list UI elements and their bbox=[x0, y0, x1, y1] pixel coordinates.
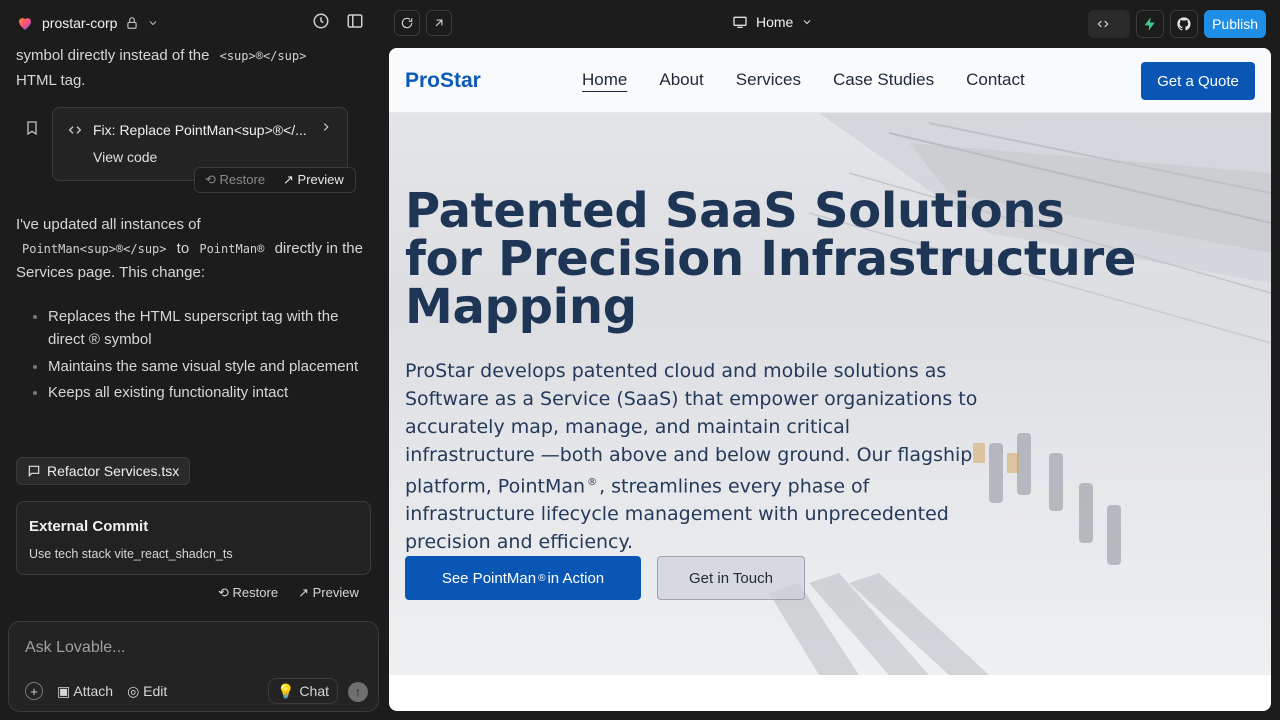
supabase-button[interactable] bbox=[1136, 10, 1165, 38]
site-nav-links: Home About Services Case Studies Contact bbox=[582, 70, 1025, 90]
site-logo[interactable]: ProStar bbox=[405, 69, 481, 93]
preview-button[interactable]: ↗ Preview bbox=[298, 585, 359, 601]
code-icon bbox=[1097, 20, 1109, 28]
hero-section: Patented SaaS Solutions for Precision In… bbox=[389, 113, 1271, 675]
edit-button[interactable]: ◎ Edit bbox=[127, 683, 167, 700]
project-selector[interactable]: prostar-corp bbox=[16, 14, 159, 32]
commit-title: External Commit bbox=[29, 518, 149, 535]
site-preview: ProStar Home About Services Case Studies… bbox=[389, 48, 1271, 711]
monitor-icon bbox=[733, 16, 747, 28]
message-square-icon bbox=[28, 465, 40, 478]
sidebar-toggle-icon[interactable] bbox=[346, 12, 364, 30]
restore-icon: ⟲ bbox=[218, 585, 229, 600]
registered-mark: ® bbox=[538, 572, 546, 584]
preview-button[interactable]: ↗ Preview bbox=[273, 172, 344, 188]
assistant-message: symbol directly instead of the <sup>®</s… bbox=[16, 48, 372, 92]
refresh-button[interactable] bbox=[394, 10, 420, 36]
chevron-right-icon[interactable] bbox=[319, 120, 333, 134]
chevron-down-icon bbox=[804, 20, 811, 25]
preview-label: Preview bbox=[312, 585, 359, 600]
list-item: Keeps all existing functionality intact bbox=[48, 381, 372, 405]
chat-input[interactable]: Ask Lovable... + ▣ Attach ◎ Edit 💡 Chat … bbox=[8, 621, 379, 712]
open-external-button[interactable] bbox=[426, 10, 452, 36]
history-icon[interactable] bbox=[312, 12, 330, 30]
page-selector-label: Home bbox=[756, 14, 794, 30]
button-label: See PointMan bbox=[441, 569, 537, 587]
assistant-message: I've updated all instances of PointMan<s… bbox=[16, 213, 372, 408]
view-code-link[interactable]: View code bbox=[93, 149, 157, 165]
arrow-up-right-icon: ↗ bbox=[298, 585, 309, 600]
send-button[interactable]: ↑ bbox=[348, 682, 368, 702]
project-name: prostar-corp bbox=[42, 15, 118, 31]
target-icon: ◎ bbox=[127, 682, 140, 699]
list-item: Replaces the HTML superscript tag with t… bbox=[48, 305, 372, 352]
restore-label: Restore bbox=[232, 585, 279, 600]
restore-icon: ⟲ bbox=[205, 172, 216, 187]
nav-link-home[interactable]: Home bbox=[582, 70, 627, 90]
inline-code: PointMan® bbox=[193, 241, 271, 256]
top-bar: prostar-corp Home Publish bbox=[0, 0, 1280, 48]
github-button[interactable] bbox=[1170, 10, 1199, 38]
attach-label: Attach bbox=[73, 682, 114, 699]
code-icon bbox=[68, 126, 82, 134]
commit-card: External Commit Use tech stack vite_reac… bbox=[16, 501, 371, 575]
publish-button[interactable]: Publish bbox=[1204, 10, 1266, 38]
commit-subtitle: Use tech stack vite_react_shadcn_ts bbox=[29, 547, 233, 561]
preview-label: Preview bbox=[297, 172, 344, 187]
chat-mode-label: Chat bbox=[299, 683, 329, 699]
nav-link-case-studies[interactable]: Case Studies bbox=[833, 70, 934, 90]
lock-icon bbox=[127, 17, 138, 29]
message-text: symbol directly instead of the bbox=[16, 48, 210, 64]
hero-title: Patented SaaS Solutions for Precision In… bbox=[405, 183, 1137, 335]
restore-preview-pill: ⟲ Restore ↗ Preview bbox=[194, 167, 356, 193]
hero-description: ProStar develops patented cloud and mobi… bbox=[405, 357, 985, 556]
image-icon: ▣ bbox=[57, 682, 71, 699]
message-text: I've updated all instances of bbox=[16, 216, 201, 233]
lovable-logo-icon bbox=[19, 18, 31, 30]
plus-icon[interactable]: + bbox=[25, 682, 43, 700]
nav-link-about[interactable]: About bbox=[659, 70, 703, 90]
list-item: Maintains the same visual style and plac… bbox=[48, 355, 372, 379]
attach-button[interactable]: ▣ Attach bbox=[57, 683, 113, 700]
refresh-icon bbox=[401, 17, 413, 29]
refactor-button[interactable]: Refactor Services.tsx bbox=[16, 457, 191, 485]
nav-link-services[interactable]: Services bbox=[736, 70, 801, 90]
message-text: to bbox=[176, 239, 190, 257]
arrow-up-icon: ↑ bbox=[355, 685, 361, 699]
message-text: HTML tag. bbox=[16, 71, 86, 89]
arrow-up-right-icon bbox=[435, 19, 443, 27]
restore-button[interactable]: ⟲ Restore bbox=[195, 172, 273, 188]
get-in-touch-button[interactable]: Get in Touch bbox=[657, 556, 805, 600]
page-selector[interactable]: Home bbox=[732, 14, 813, 30]
arrow-up-right-icon: ↗ bbox=[283, 172, 294, 187]
get-quote-button[interactable]: Get a Quote bbox=[1141, 62, 1255, 100]
change-list: Replaces the HTML superscript tag with t… bbox=[16, 305, 372, 405]
inline-code: <sup>®</sup> bbox=[213, 49, 313, 63]
bookmark-icon[interactable] bbox=[24, 120, 40, 136]
button-label: in Action bbox=[547, 569, 605, 587]
edit-label: Edit bbox=[143, 682, 168, 699]
commit-actions: ⟲ Restore ↗ Preview bbox=[218, 585, 359, 601]
restore-label: Restore bbox=[219, 172, 266, 187]
site-navbar: ProStar Home About Services Case Studies… bbox=[389, 48, 1271, 113]
supabase-icon bbox=[1144, 17, 1155, 31]
chevron-down-icon bbox=[150, 21, 157, 26]
github-icon bbox=[1177, 17, 1191, 31]
see-pointman-button[interactable]: See PointMan ® in Action bbox=[405, 556, 641, 600]
chat-mode-button[interactable]: 💡 Chat bbox=[267, 678, 338, 704]
registered-mark: ® bbox=[587, 477, 598, 488]
inline-code: PointMan<sup>®</sup> bbox=[16, 241, 173, 256]
restore-button[interactable]: ⟲ Restore bbox=[218, 585, 278, 601]
fix-card-title: Fix: Replace PointMan<sup>®</... bbox=[93, 122, 307, 138]
lightbulb-icon: 💡 bbox=[276, 682, 295, 699]
nav-link-contact[interactable]: Contact bbox=[966, 70, 1025, 90]
refactor-label: Refactor Services.tsx bbox=[47, 463, 180, 479]
chat-panel: symbol directly instead of the <sup>®</s… bbox=[0, 48, 388, 720]
code-view-toggle[interactable] bbox=[1088, 10, 1131, 38]
chat-input-placeholder: Ask Lovable... bbox=[25, 639, 126, 656]
